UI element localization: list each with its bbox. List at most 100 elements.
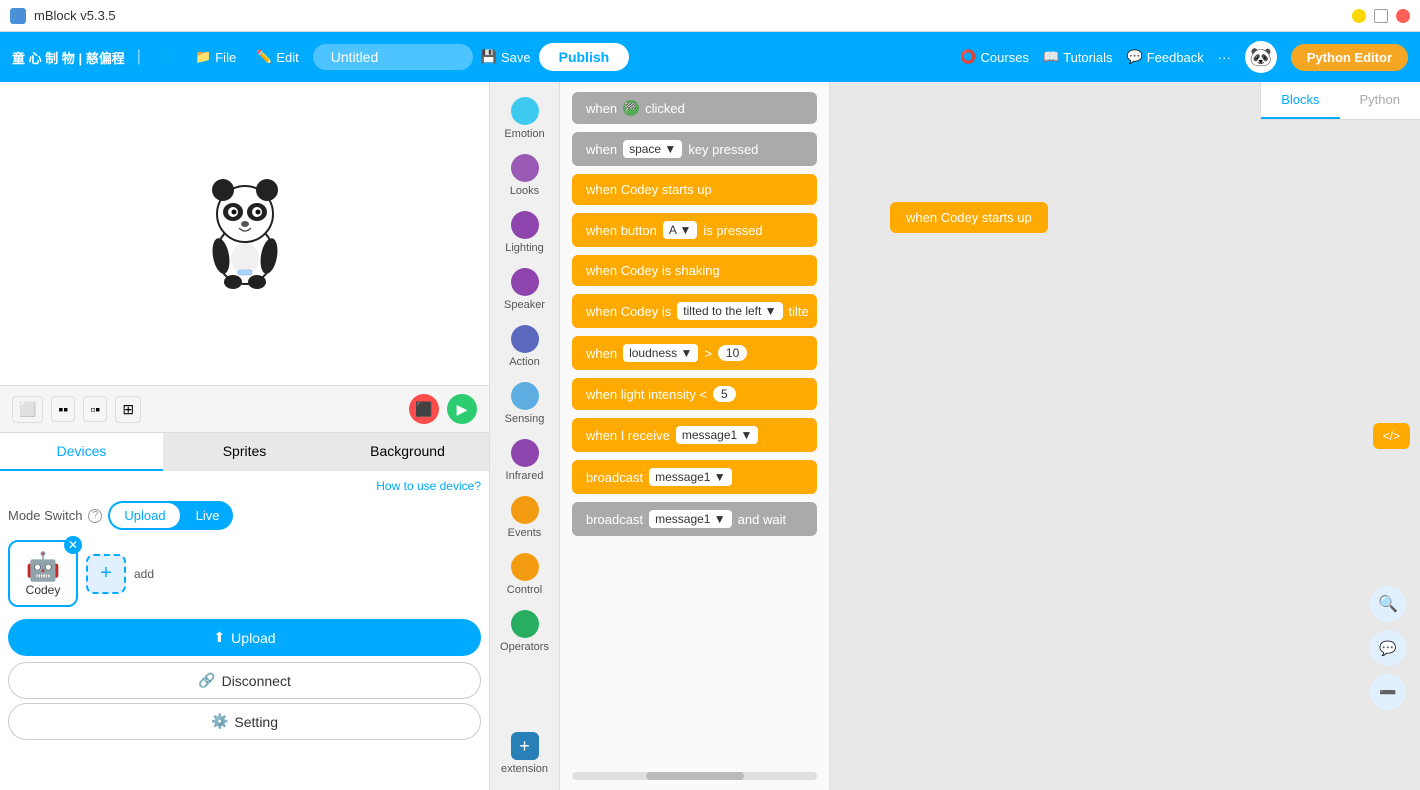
add-device-button[interactable]: + bbox=[86, 554, 126, 594]
zoom-in-icon: 🔍 bbox=[1378, 594, 1398, 614]
category-looks[interactable]: Looks bbox=[494, 149, 555, 202]
save-button[interactable]: 💾 Save bbox=[481, 49, 531, 65]
category-events[interactable]: Events bbox=[494, 491, 555, 544]
control-label: Control bbox=[507, 584, 542, 596]
control-dot bbox=[511, 553, 539, 581]
feedback-icon: 💬 bbox=[1127, 49, 1143, 65]
disconnect-icon: 🔗 bbox=[198, 672, 215, 689]
more-button[interactable]: ··· bbox=[1218, 50, 1231, 65]
category-extension[interactable]: + extension bbox=[494, 727, 555, 780]
category-operators[interactable]: Operators bbox=[494, 605, 555, 658]
globe-button[interactable]: 🌐 bbox=[153, 45, 181, 69]
file-menu-button[interactable]: 📁 File bbox=[189, 45, 242, 69]
category-sensing[interactable]: Sensing bbox=[494, 377, 555, 430]
tab-python[interactable]: Python bbox=[1340, 82, 1420, 119]
upload-large-button[interactable]: ⬆ Upload bbox=[8, 619, 481, 656]
how-to-link[interactable]: How to use device? bbox=[8, 479, 481, 493]
zoom-in-button[interactable]: 🔍 bbox=[1370, 586, 1406, 622]
device-item: ✕ 🤖 Codey + add bbox=[8, 540, 481, 607]
publish-button[interactable]: Publish bbox=[539, 43, 630, 71]
workspace[interactable]: when Codey starts up </> 🔍 💬 ➖ Blocks Py… bbox=[830, 82, 1420, 790]
tab-blocks[interactable]: Blocks bbox=[1261, 82, 1339, 119]
block-broadcast[interactable]: broadcast message1 ▼ bbox=[572, 460, 817, 494]
block-when-codey-starts[interactable]: when Codey starts up bbox=[572, 174, 817, 205]
block-list-scrollbar[interactable] bbox=[572, 772, 817, 780]
center-icon: ➖ bbox=[1379, 684, 1396, 701]
app-icon bbox=[10, 8, 26, 24]
minimize-button[interactable] bbox=[1352, 9, 1366, 23]
medium-icon: ▫▪ bbox=[90, 401, 100, 417]
category-action[interactable]: Action bbox=[494, 320, 555, 373]
upload-icon: ⬆ bbox=[213, 629, 225, 646]
block-when-receive[interactable]: when I receive message1 ▼ bbox=[572, 418, 817, 452]
category-speaker[interactable]: Speaker bbox=[494, 263, 555, 316]
grid-stage-button[interactable]: ⊞ bbox=[115, 396, 141, 423]
close-button[interactable] bbox=[1396, 9, 1410, 23]
device-remove-button[interactable]: ✕ bbox=[64, 536, 82, 554]
lighting-dot bbox=[511, 211, 539, 239]
python-editor-button[interactable]: Python Editor bbox=[1291, 44, 1408, 71]
block-when-shaking[interactable]: when Codey is shaking bbox=[572, 255, 817, 286]
block-categories-panel: Emotion Looks Lighting Speaker Action Se… bbox=[490, 82, 560, 790]
edit-icon: ✏️ bbox=[256, 49, 272, 65]
feedback-button[interactable]: 💬 Feedback bbox=[1127, 49, 1204, 65]
tab-background[interactable]: Background bbox=[326, 433, 489, 471]
avatar: 🐼 bbox=[1245, 41, 1277, 73]
disconnect-button[interactable]: 🔗 Disconnect bbox=[8, 662, 481, 699]
extension-label: extension bbox=[501, 763, 548, 775]
setting-button[interactable]: ⚙️ Setting bbox=[8, 703, 481, 740]
workspace-block-codey-starts[interactable]: when Codey starts up bbox=[890, 202, 1048, 233]
sensing-label: Sensing bbox=[505, 413, 545, 425]
brand-text: 童 心 制 物 | 慈偏程 bbox=[12, 48, 125, 67]
block-list-panel: when 🏁 clicked when space ▼ key pressed … bbox=[560, 82, 830, 790]
tab-sprites[interactable]: Sprites bbox=[163, 433, 326, 471]
block-when-tilted[interactable]: when Codey is tilted to the left ▼ tilte bbox=[572, 294, 817, 328]
maximize-button[interactable] bbox=[1374, 9, 1388, 23]
more-icon: ··· bbox=[1218, 50, 1231, 65]
infrared-dot bbox=[511, 439, 539, 467]
toolbar-right: ⭕ Courses 📖 Tutorials 💬 Feedback ··· 🐼 P… bbox=[960, 41, 1408, 73]
mode-buttons: Upload Live bbox=[108, 501, 233, 530]
app-title: mBlock v5.3.5 bbox=[34, 8, 116, 23]
block-when-light[interactable]: when light intensity < 5 bbox=[572, 378, 817, 410]
block-when-button[interactable]: when button A ▼ is pressed bbox=[572, 213, 817, 247]
devices-area: How to use device? Mode Switch ? Upload … bbox=[0, 471, 489, 790]
category-emotion[interactable]: Emotion bbox=[494, 92, 555, 145]
expand-stage-button[interactable]: ⬜ bbox=[12, 396, 43, 423]
play-button[interactable]: ▶ bbox=[447, 394, 477, 424]
tutorials-button[interactable]: 📖 Tutorials bbox=[1043, 49, 1113, 65]
infrared-label: Infrared bbox=[506, 470, 544, 482]
live-mode-button[interactable]: Live bbox=[182, 501, 234, 530]
medium-stage-button[interactable]: ▫▪ bbox=[83, 396, 107, 422]
courses-button[interactable]: ⭕ Courses bbox=[960, 49, 1029, 65]
window-controls bbox=[1352, 9, 1410, 23]
project-title-input[interactable] bbox=[313, 44, 473, 70]
upload-mode-button[interactable]: Upload bbox=[110, 503, 179, 528]
center-button[interactable]: ➖ bbox=[1370, 674, 1406, 710]
block-broadcast-wait[interactable]: broadcast message1 ▼ and wait bbox=[572, 502, 817, 536]
category-lighting[interactable]: Lighting bbox=[494, 206, 555, 259]
stop-button[interactable]: ⬛ bbox=[409, 394, 439, 424]
events-dot bbox=[511, 496, 539, 524]
block-when-clicked[interactable]: when 🏁 clicked bbox=[572, 92, 817, 124]
expand-icon: ⬜ bbox=[19, 401, 36, 418]
category-control[interactable]: Control bbox=[494, 548, 555, 601]
block-when-loudness[interactable]: when loudness ▼ > 10 bbox=[572, 336, 817, 370]
lighting-label: Lighting bbox=[505, 242, 544, 254]
device-icon: 🤖 bbox=[18, 550, 68, 583]
edit-menu-button[interactable]: ✏️ Edit bbox=[250, 45, 305, 69]
emotion-label: Emotion bbox=[504, 128, 544, 140]
tab-devices[interactable]: Devices bbox=[0, 433, 163, 471]
small-stage-button[interactable]: ▪▪ bbox=[51, 396, 75, 422]
main-content: ⬜ ▪▪ ▫▪ ⊞ ⬛ ▶ Devices Sprites bbox=[0, 82, 1420, 790]
block-when-key-pressed[interactable]: when space ▼ key pressed bbox=[572, 132, 817, 166]
panda-sprite bbox=[195, 174, 295, 294]
zoom-out-button[interactable]: 💬 bbox=[1370, 630, 1406, 666]
category-infrared[interactable]: Infrared bbox=[494, 434, 555, 487]
code-icon-button[interactable]: </> bbox=[1373, 423, 1410, 449]
operators-dot bbox=[511, 610, 539, 638]
looks-dot bbox=[511, 154, 539, 182]
device-card-codey[interactable]: ✕ 🤖 Codey bbox=[8, 540, 78, 607]
speaker-dot bbox=[511, 268, 539, 296]
plus-icon: + bbox=[100, 562, 112, 585]
